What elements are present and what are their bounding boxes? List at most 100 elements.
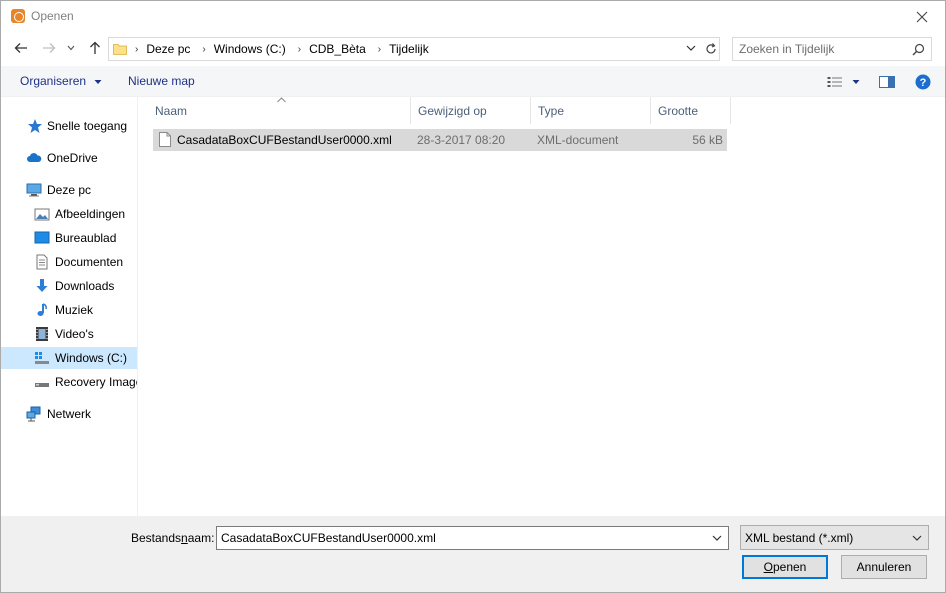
pictures-icon	[34, 208, 50, 221]
nav-item-downloads[interactable]: Downloads	[1, 275, 137, 297]
arrow-right-icon	[43, 43, 56, 53]
address-bar[interactable]: › Deze pc › Windows (C:) › CDB_Bèta › Ti…	[108, 37, 720, 61]
new-folder-button[interactable]: Nieuwe map	[128, 74, 195, 88]
nav-label: Deze pc	[47, 183, 92, 197]
open-label-accesskey: O	[763, 560, 773, 574]
help-button[interactable]: ?	[914, 72, 932, 92]
breadcrumb-windows-c[interactable]: Windows (C:)	[214, 42, 286, 56]
command-bar: Organiseren Nieuwe map ?	[1, 66, 945, 97]
cloud-icon	[27, 153, 42, 162]
filename-label-accesskey: n	[181, 531, 188, 545]
arrow-up-icon	[90, 41, 100, 54]
nav-label: Snelle toegang	[47, 119, 128, 133]
document-icon	[159, 132, 171, 147]
file-list: Naam Gewijzigd op Type Grootte CasadataB…	[138, 97, 945, 516]
caret-down-icon	[94, 79, 102, 84]
filetype-select[interactable]: XML bestand (*.xml)	[740, 525, 929, 550]
nav-item-music[interactable]: Muziek	[1, 299, 137, 321]
drive-icon	[35, 352, 49, 364]
filename-combobox[interactable]	[216, 526, 729, 550]
nav-label: Recovery Image	[55, 375, 137, 389]
cancel-button[interactable]: Annuleren	[841, 555, 927, 579]
title-bar: Openen	[1, 1, 945, 32]
chevron-down-icon	[912, 535, 922, 541]
dialog-footer: Bestandsnaam: XML bestand (*.xml) Openen…	[1, 516, 945, 592]
search-icon[interactable]	[912, 43, 925, 56]
search-box[interactable]	[732, 37, 932, 61]
nav-item-videos[interactable]: Video's	[1, 323, 137, 345]
nav-item-this-pc[interactable]: Deze pc	[1, 179, 137, 201]
breadcrumb-deze-pc[interactable]: Deze pc	[146, 42, 190, 56]
open-button[interactable]: Openen	[742, 555, 828, 579]
breadcrumb: › Deze pc › Windows (C:) › CDB_Bèta › Ti…	[135, 38, 441, 60]
chevron-right-icon[interactable]: ›	[202, 44, 205, 55]
forward-button[interactable]	[39, 38, 59, 58]
svg-text:?: ?	[920, 77, 927, 89]
nav-label: Windows (C:)	[55, 351, 128, 365]
address-dropdown-icon[interactable]	[684, 41, 698, 55]
organize-button[interactable]: Organiseren	[20, 74, 102, 88]
navigation-pane: Snelle toegang OneDrive Deze pc Afbeeldi…	[1, 97, 137, 516]
open-file-dialog: Openen › Deze pc › Windows (C:) › CDB_Bè…	[0, 0, 946, 593]
nav-item-quick-access[interactable]: Snelle toegang	[1, 115, 137, 137]
network-icon	[26, 406, 41, 422]
column-header-modified[interactable]: Gewijzigd op	[411, 97, 531, 124]
nav-item-documents[interactable]: Documenten	[1, 251, 137, 273]
filename-label-part: aam:	[187, 531, 215, 545]
nav-item-recovery-image[interactable]: Recovery Image	[1, 371, 137, 393]
up-button[interactable]	[85, 38, 105, 58]
close-button[interactable]	[899, 1, 945, 32]
filename-label: Bestandsnaam:	[131, 531, 214, 545]
video-icon	[36, 327, 48, 341]
folder-icon	[113, 44, 127, 55]
nav-item-pictures[interactable]: Afbeeldingen	[1, 203, 137, 225]
file-modified: 28-3-2017 08:20	[417, 133, 506, 147]
open-label: penen	[772, 560, 807, 574]
nav-item-onedrive[interactable]: OneDrive	[1, 147, 137, 169]
close-icon	[916, 11, 928, 22]
breadcrumb-tijdelijk[interactable]: Tijdelijk	[389, 42, 429, 56]
breadcrumb-cdb-beta[interactable]: CDB_Bèta	[309, 42, 366, 56]
chevron-down-icon[interactable]	[711, 532, 723, 544]
computer-icon	[26, 183, 42, 197]
drive-icon	[35, 383, 49, 387]
back-button[interactable]	[11, 38, 31, 58]
arrow-left-icon	[14, 43, 27, 53]
view-options-button[interactable]	[823, 72, 863, 92]
chevron-down-icon	[67, 45, 75, 51]
column-header-type[interactable]: Type	[531, 97, 651, 124]
column-header-size[interactable]: Grootte	[651, 97, 731, 124]
caret-down-icon	[852, 80, 859, 84]
desktop-icon	[34, 231, 50, 244]
details-view-icon	[827, 77, 842, 87]
nav-label: Video's	[55, 327, 94, 341]
column-header-name[interactable]: Naam	[148, 97, 411, 124]
chevron-right-icon[interactable]: ›	[378, 44, 381, 55]
nav-item-windows-c[interactable]: Windows (C:)	[1, 347, 137, 369]
nav-label: Muziek	[55, 303, 94, 317]
help-icon: ?	[915, 74, 931, 90]
refresh-icon[interactable]	[704, 42, 718, 56]
music-icon	[37, 303, 47, 316]
documents-icon	[36, 254, 48, 270]
window-title: Openen	[31, 9, 74, 23]
file-row[interactable]: CasadataBoxCUFBestandUser0000.xml 28-3-2…	[153, 129, 727, 151]
recent-locations-button[interactable]	[64, 38, 78, 58]
filename-input[interactable]	[221, 530, 701, 546]
chevron-right-icon[interactable]: ›	[298, 44, 301, 55]
file-type: XML-document	[537, 133, 619, 147]
nav-label: OneDrive	[47, 151, 98, 165]
nav-label: Afbeeldingen	[55, 207, 126, 221]
nav-label: Downloads	[55, 279, 115, 293]
nav-label: Documenten	[55, 255, 124, 269]
search-input[interactable]	[739, 41, 899, 57]
nav-item-network[interactable]: Netwerk	[1, 403, 137, 425]
file-name: CasadataBoxCUFBestandUser0000.xml	[177, 133, 392, 147]
nav-item-desktop[interactable]: Bureaublad	[1, 227, 137, 249]
filename-label-part: Bestands	[131, 531, 182, 545]
filetype-value: XML bestand (*.xml)	[745, 531, 854, 545]
organize-label: Organiseren	[20, 74, 87, 88]
preview-pane-button[interactable]	[878, 72, 896, 92]
star-icon	[28, 119, 42, 133]
preview-pane-icon	[879, 76, 895, 88]
